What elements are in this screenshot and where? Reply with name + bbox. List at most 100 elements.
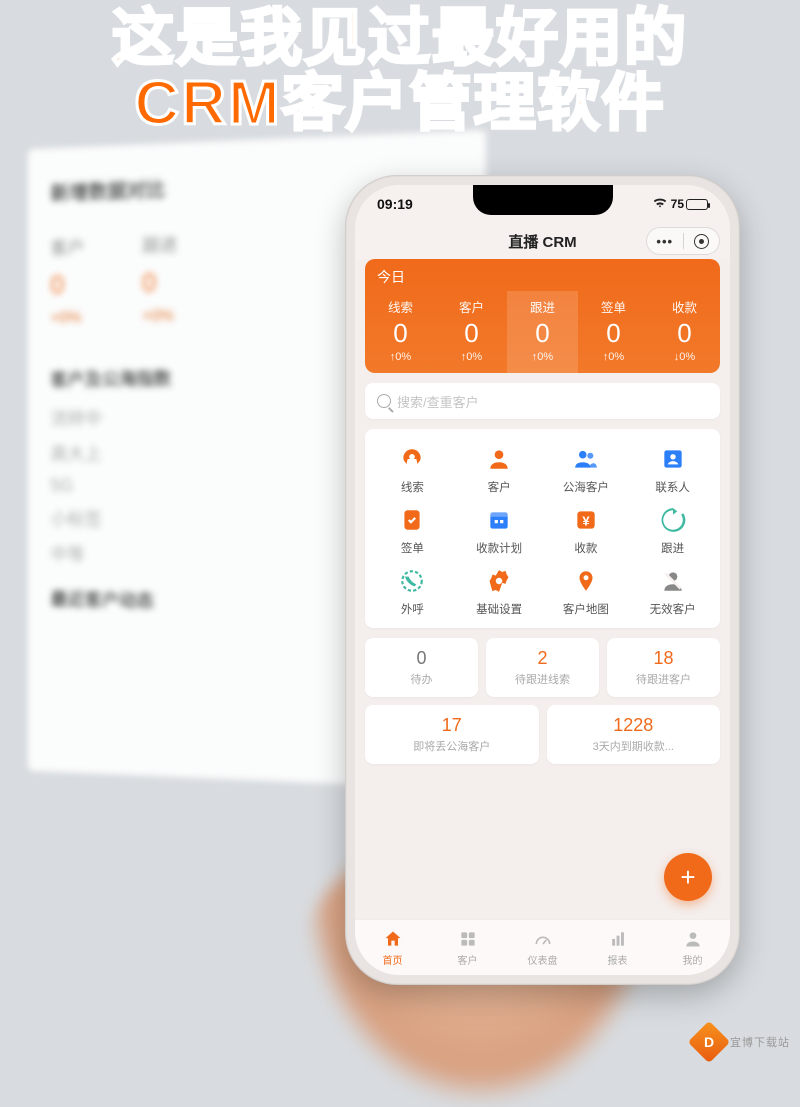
nav-item-无效客户[interactable]: 无效客户	[629, 561, 716, 622]
public-customer-icon	[571, 444, 601, 474]
search-placeholder: 搜索/查重客户	[397, 392, 479, 411]
watermark-text: 宜博下载站	[730, 1034, 790, 1050]
stat-label: 收款	[649, 297, 720, 316]
stat-label: 客户	[436, 297, 507, 316]
settings-icon	[484, 566, 514, 596]
nav-item-签单[interactable]: 签单	[369, 500, 456, 561]
today-title: 今日	[365, 259, 720, 291]
nav-item-收款计划[interactable]: 收款计划	[456, 500, 543, 561]
contract-icon	[397, 505, 427, 535]
dashboard-tiles: 0 待办 2待跟进线索 18 待跟进客户 17 即将丢公海客户 12283天内到期收款...	[365, 638, 720, 764]
battery-icon: 75	[671, 197, 708, 211]
nav-item-收款[interactable]: ¥收款	[543, 500, 630, 561]
dashboard-icon	[532, 928, 554, 950]
lead-icon	[397, 444, 427, 474]
plus-icon: +	[680, 862, 695, 893]
svg-text:¥: ¥	[582, 513, 590, 528]
invalid-icon	[658, 566, 688, 596]
status-time: 09:19	[377, 196, 413, 212]
stat-value: 0	[578, 318, 649, 349]
home-icon	[382, 928, 404, 950]
tile-value: 0	[369, 648, 474, 669]
tab-customers[interactable]: 客户	[430, 920, 505, 975]
tile-label: 待跟进客户	[611, 671, 716, 687]
capsule-close-button[interactable]	[684, 234, 720, 249]
tile-value: 18	[611, 648, 716, 669]
promo-headline-line1: 这是我见过最好用的	[0, 6, 800, 71]
payment-plan-icon	[484, 505, 514, 535]
bottom-tab-bar: 首页 客户 仪表盘 报表我的	[355, 919, 730, 975]
nav-item-联系人[interactable]: 联系人	[629, 439, 716, 500]
contact-icon	[658, 444, 688, 474]
nav-item-label: 签单	[401, 540, 424, 556]
tab-label: 我的	[683, 952, 703, 967]
stat-签单[interactable]: 签单 0 ↑0%	[578, 291, 649, 373]
tile-即将丢公海客户[interactable]: 17 即将丢公海客户	[365, 705, 539, 764]
tile-3天内到期收款...[interactable]: 12283天内到期收款...	[547, 705, 721, 764]
app-title: 直播 CRM	[508, 231, 576, 252]
tile-value: 2	[490, 648, 595, 669]
miniapp-title-bar: 直播 CRM •••	[355, 223, 730, 259]
tab-label: 仪表盘	[528, 952, 558, 967]
nav-item-label: 收款计划	[476, 540, 522, 556]
stat-客户[interactable]: 客户0↑0%	[436, 291, 507, 373]
phone-frame: 09:19 75 直播 CRM ••• 今日	[345, 175, 740, 985]
tab-reports[interactable]: 报表	[580, 920, 655, 975]
capsule-menu-button[interactable]: •••	[647, 234, 683, 249]
stat-value: 0	[649, 318, 720, 349]
customer-icon	[484, 444, 514, 474]
followup-icon	[658, 505, 688, 535]
battery-level: 75	[671, 197, 684, 211]
nav-grid: 线索 客户 公海客户联系人签单 收款计划 ¥收款跟进外呼 基础设置客户地图 无效客户	[365, 429, 720, 628]
nav-item-外呼[interactable]: 外呼	[369, 561, 456, 622]
wifi-icon	[653, 197, 667, 211]
tile-待跟进客户[interactable]: 18 待跟进客户	[607, 638, 720, 697]
tile-label: 待办	[369, 671, 474, 687]
today-stats-card: 今日 线索0↑0%客户0↑0%跟进0↑0%签单0↑0%收款0↓0%	[365, 259, 720, 373]
stat-pct: ↑0%	[578, 351, 649, 363]
mine-icon	[682, 928, 704, 950]
search-icon	[377, 394, 391, 408]
nav-item-公海客户[interactable]: 公海客户	[543, 439, 630, 500]
tab-label: 客户	[458, 952, 478, 967]
promo-headline: 这是我见过最好用的 CRM客户管理软件	[0, 6, 800, 136]
tile-label: 即将丢公海客户	[369, 738, 535, 754]
tile-value: 17	[369, 715, 535, 736]
promo-headline-line2: CRM客户管理软件	[0, 71, 800, 136]
search-input[interactable]: 搜索/查重客户	[365, 383, 720, 419]
stat-label: 跟进	[507, 297, 578, 316]
nav-item-客户地图[interactable]: 客户地图	[543, 561, 630, 622]
main-content: 今日 线索0↑0%客户0↑0%跟进0↑0%签单0↑0%收款0↓0% 搜索/查重客…	[355, 259, 730, 919]
tab-home[interactable]: 首页	[355, 920, 430, 975]
stat-收款[interactable]: 收款0↓0%	[649, 291, 720, 373]
add-button[interactable]: +	[664, 853, 712, 901]
bg-col1-pct: +0%	[50, 309, 84, 327]
nav-item-跟进[interactable]: 跟进	[629, 500, 716, 561]
tile-待跟进线索[interactable]: 2待跟进线索	[486, 638, 599, 697]
tile-待办[interactable]: 0 待办	[365, 638, 478, 697]
tab-label: 首页	[383, 952, 403, 967]
nav-item-基础设置[interactable]: 基础设置	[456, 561, 543, 622]
miniapp-capsule: •••	[646, 227, 720, 255]
stat-线索[interactable]: 线索0↑0%	[365, 291, 436, 373]
stat-label: 签单	[578, 297, 649, 316]
nav-item-label: 联系人	[655, 479, 690, 495]
nav-item-label: 客户地图	[563, 601, 609, 617]
nav-item-线索[interactable]: 线索	[369, 439, 456, 500]
nav-item-label: 客户	[488, 479, 511, 495]
tab-dashboard[interactable]: 仪表盘	[505, 920, 580, 975]
nav-item-客户[interactable]: 客户	[456, 439, 543, 500]
tab-mine[interactable]: 我的	[655, 920, 730, 975]
nav-row: 签单 收款计划 ¥收款跟进	[369, 500, 716, 561]
bg-col2-label: 跟进	[142, 231, 177, 258]
stat-value: 0	[365, 318, 436, 349]
customers-icon	[457, 928, 479, 950]
payment-icon: ¥	[571, 505, 601, 535]
stat-跟进[interactable]: 跟进0↑0%	[507, 291, 578, 373]
watermark: D 宜博下载站	[694, 1027, 790, 1057]
tile-label: 3天内到期收款...	[551, 738, 717, 754]
nav-item-label: 线索	[401, 479, 424, 495]
nav-item-label: 无效客户	[650, 601, 696, 617]
bg-col2-pct: +0%	[142, 307, 177, 325]
nav-item-label: 外呼	[401, 601, 424, 617]
